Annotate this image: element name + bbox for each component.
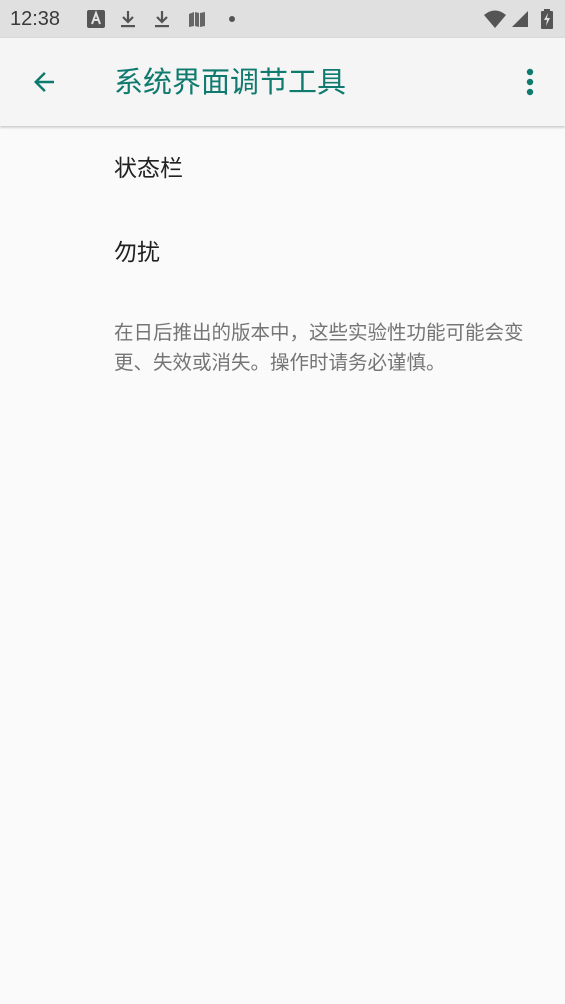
download-icon — [118, 9, 138, 29]
cell-signal-icon — [510, 9, 530, 29]
book-icon — [187, 9, 207, 29]
more-vert-icon — [526, 68, 534, 96]
app-bar: 系统界面调节工具 — [0, 38, 565, 126]
pref-item-do-not-disturb[interactable]: 勿扰 — [0, 210, 565, 294]
page-title: 系统界面调节工具 — [114, 65, 347, 99]
status-time: 12:38 — [10, 8, 61, 30]
wifi-icon — [483, 9, 507, 29]
arrow-back-icon — [34, 72, 54, 92]
font-a-icon — [86, 9, 106, 29]
status-bar: 12:38 — [0, 0, 565, 38]
battery-charging-icon — [540, 9, 554, 29]
pref-item-title: 勿扰 — [114, 240, 160, 266]
more-options-button[interactable] — [508, 60, 552, 104]
back-button[interactable] — [22, 60, 66, 104]
preference-list: 状态栏 勿扰 在日后推出的版本中，这些实验性功能可能会变更、失效或消失。操作时请… — [0, 126, 565, 374]
pref-item-status-bar[interactable]: 状态栏 — [0, 126, 565, 210]
pref-item-title: 状态栏 — [114, 156, 183, 182]
experimental-warning-text: 在日后推出的版本中，这些实验性功能可能会变更、失效或消失。操作时请务必谨慎。 — [114, 321, 524, 374]
dot-icon — [222, 9, 242, 29]
download-icon — [152, 9, 172, 29]
screen: 12:38 系统界面调节工具 状态栏 勿扰 在日后推出的版本中，这些实验性功能可… — [0, 0, 565, 1004]
